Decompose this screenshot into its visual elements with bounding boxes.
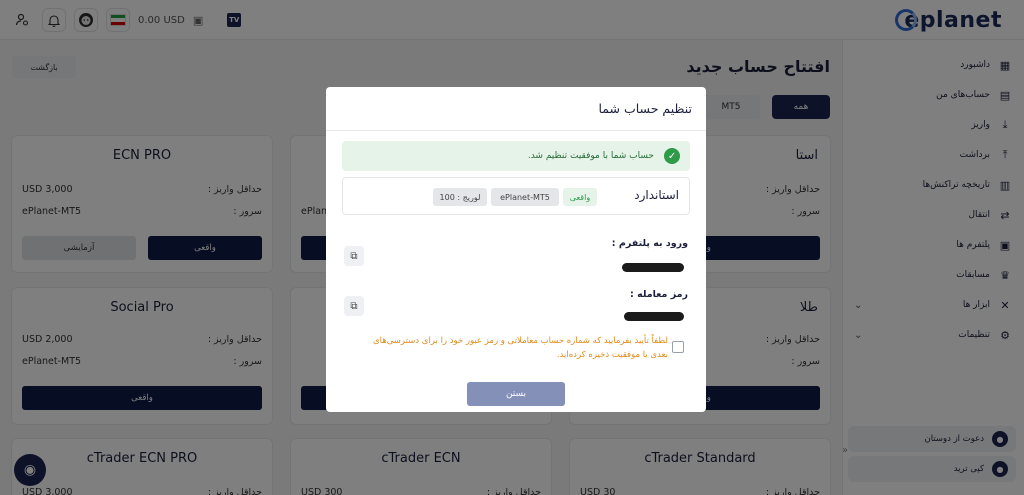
login-value-masked <box>622 263 684 272</box>
copy-icon: ⧉ <box>350 250 358 262</box>
confirm-saved-checkbox[interactable] <box>672 341 684 353</box>
password-label: رمز معامله : <box>629 289 688 300</box>
server-badge: ePlanet-MT5 <box>491 188 559 206</box>
account-type: استاندارد <box>634 188 679 202</box>
password-value-masked <box>624 312 684 321</box>
check-circle-icon: ✓ <box>664 148 680 164</box>
account-setup-modal: تنظیم حساب شما ✓ حساب شما با موفقیت تنظی… <box>326 87 706 412</box>
modal-title: تنظیم حساب شما <box>598 101 692 116</box>
copy-login-button[interactable]: ⧉ <box>344 246 364 266</box>
login-label: ورود به پلتفرم : <box>611 238 688 249</box>
copy-password-button[interactable]: ⧉ <box>344 296 364 316</box>
account-real-badge: واقعی <box>563 188 597 206</box>
copy-icon: ⧉ <box>350 300 358 312</box>
confirm-save-text: لطفاً تأیید بفرمایید که شماره حساب معامل… <box>373 336 668 360</box>
close-button[interactable]: بستن <box>467 382 565 406</box>
account-summary: استاندارد واقعی ePlanet-MT5 لوریج : 100 <box>342 177 690 215</box>
modal-header: تنظیم حساب شما <box>326 87 706 131</box>
success-alert: ✓ حساب شما با موفقیت تنظیم شد. <box>342 141 690 171</box>
leverage-badge: لوریج : 100 <box>433 188 487 206</box>
